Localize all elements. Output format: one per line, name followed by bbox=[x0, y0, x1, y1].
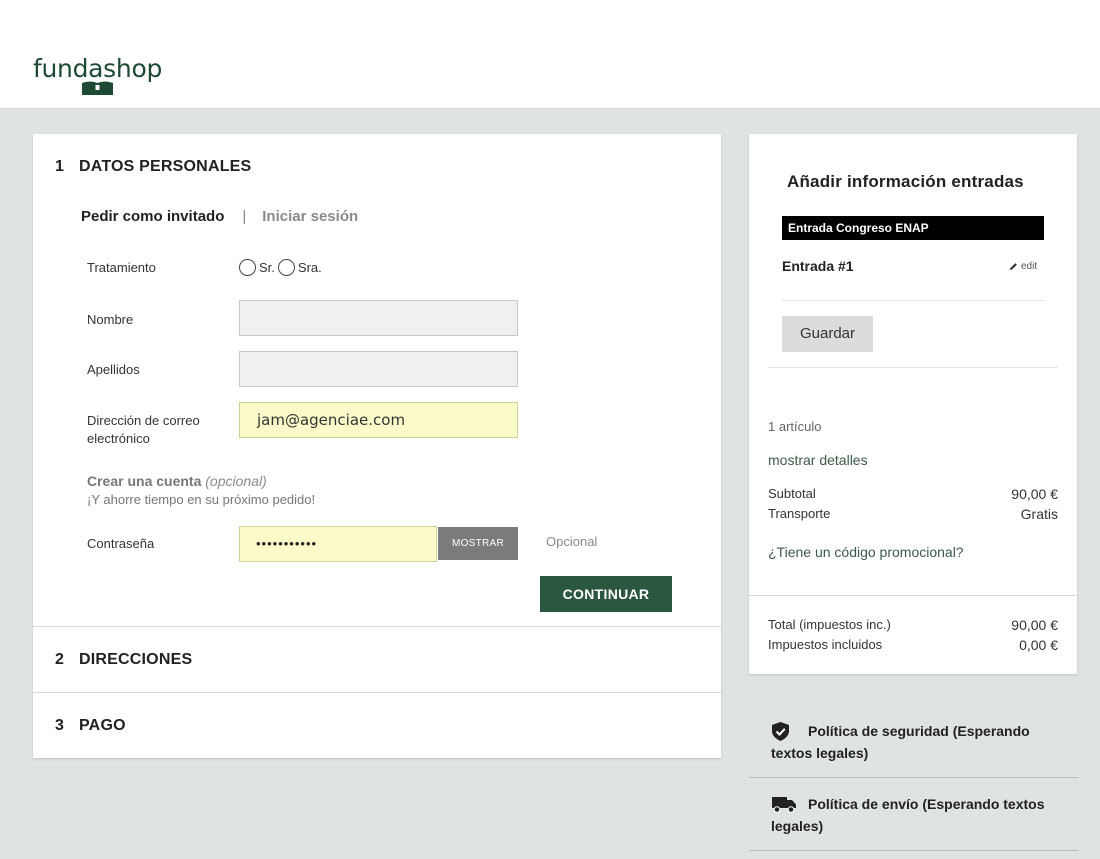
edit-entry-link[interactable]: edit bbox=[1009, 261, 1037, 272]
divider bbox=[768, 367, 1058, 368]
ticket-entry-name: Entrada #1 bbox=[782, 258, 854, 274]
step-personal-data[interactable]: 1 DATOS PERSONALES bbox=[55, 158, 251, 176]
radio-mrs[interactable] bbox=[277, 259, 295, 276]
tab-separator: | bbox=[242, 208, 247, 225]
email-input[interactable]: jam@agenciae.com bbox=[239, 402, 518, 438]
last-name-label: Apellidos bbox=[87, 362, 140, 377]
total-row: Total (impuestos inc.) 90,00 € bbox=[768, 617, 1058, 633]
divider bbox=[749, 595, 1077, 596]
tab-login[interactable]: Iniciar sesión bbox=[262, 208, 358, 225]
order-summary-panel: Añadir información entradas Entrada Cong… bbox=[749, 134, 1077, 674]
book-logo-icon bbox=[82, 81, 113, 95]
first-name-label: Nombre bbox=[87, 312, 134, 327]
item-count: 1 artículo bbox=[768, 419, 822, 434]
first-name-input[interactable] bbox=[239, 300, 518, 336]
ticket-type-bar: Entrada Congreso ENAP bbox=[782, 216, 1044, 240]
checkout-panel: 1 DATOS PERSONALES Pedir como invitado | In… bbox=[33, 134, 721, 758]
radio-mr-label: Sr. bbox=[259, 260, 275, 275]
divider bbox=[33, 692, 721, 693]
step-payment[interactable]: 3 PAGO bbox=[55, 717, 126, 735]
site-header: fundashop bbox=[0, 0, 1100, 109]
password-input[interactable]: ••••••••••• bbox=[239, 526, 437, 562]
email-label: Dirección de correo electrónico bbox=[87, 413, 200, 446]
tab-guest[interactable]: Pedir como invitado bbox=[81, 208, 224, 225]
security-policy-block[interactable]: Política de seguridad (Esperando textos … bbox=[749, 708, 1078, 778]
divider bbox=[33, 626, 721, 627]
promo-code-link[interactable]: ¿Tiene un código promocional? bbox=[768, 544, 964, 560]
title-label: Tratamiento bbox=[87, 260, 156, 275]
continue-button[interactable]: CONTINUAR bbox=[540, 576, 672, 612]
shipping-row: Transporte Gratis bbox=[768, 506, 1058, 522]
last-name-input[interactable] bbox=[239, 351, 518, 387]
show-password-button[interactable]: MOSTRAR bbox=[438, 527, 518, 560]
radio-mr[interactable] bbox=[239, 259, 256, 276]
show-details-link[interactable]: mostrar detalles bbox=[768, 452, 868, 468]
password-optional-hint: Opcional bbox=[546, 534, 598, 549]
login-tabs: Pedir como invitado | Iniciar sesión bbox=[81, 208, 358, 225]
title-radio-group: Sr. Sra. bbox=[239, 259, 325, 276]
ticket-info-title: Añadir información entradas bbox=[787, 172, 1024, 191]
brand-logo[interactable]: fundashop bbox=[33, 54, 162, 83]
password-label: Contraseña bbox=[87, 536, 155, 551]
shipping-policy-text: Política de envío (Esperando textos lega… bbox=[771, 796, 1045, 834]
create-account-title: Crear una cuenta (opcional) bbox=[87, 473, 267, 489]
divider bbox=[782, 300, 1044, 301]
taxes-row: Impuestos incluidos 0,00 € bbox=[768, 637, 1058, 653]
pencil-icon bbox=[1009, 263, 1017, 271]
save-button[interactable]: Guardar bbox=[782, 316, 873, 352]
radio-mrs-label: Sra. bbox=[297, 260, 322, 275]
create-account-subtitle: ¡Y ahorre tiempo en su próximo pedido! bbox=[87, 492, 316, 507]
shipping-policy-block[interactable]: Política de envío (Esperando textos lega… bbox=[749, 778, 1078, 851]
step-addresses[interactable]: 2 DIRECCIONES bbox=[55, 651, 192, 669]
subtotal-row: Subtotal 90,00 € bbox=[768, 486, 1058, 502]
security-policy-text: Política de seguridad (Esperando textos … bbox=[771, 723, 1030, 761]
